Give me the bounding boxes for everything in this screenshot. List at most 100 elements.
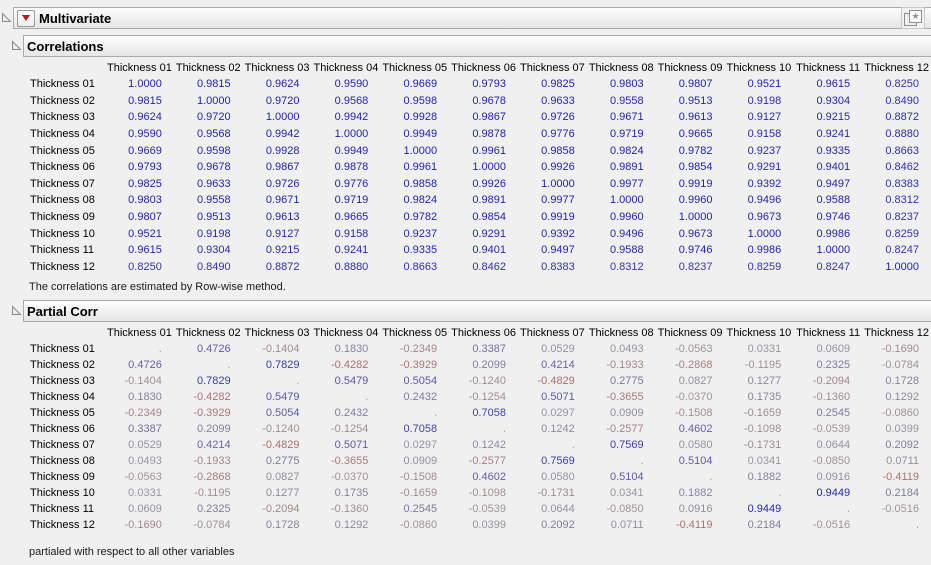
column-header: Thickness 01 [107, 326, 172, 339]
matrix-cell: 0.9127 [747, 111, 782, 124]
disclosure-triangle-icon[interactable] [0, 7, 13, 23]
matrix-cell: . [434, 407, 438, 420]
matrix-cell: 0.0493 [128, 455, 162, 468]
matrix-cell: 0.9793 [472, 78, 506, 91]
window-star-icon: ★ [909, 10, 922, 23]
matrix-cell: 0.1292 [885, 391, 919, 404]
partial-corr-disclosure-icon[interactable] [10, 300, 23, 316]
matrix-cell: -0.3929 [399, 359, 438, 372]
matrix-cell: 0.9673 [678, 227, 713, 240]
correlations-disclosure-icon[interactable] [10, 35, 23, 51]
matrix-cell: -0.1098 [743, 423, 782, 436]
matrix-cell: 0.9558 [609, 94, 644, 107]
matrix-cell: -0.1659 [399, 487, 438, 500]
column-header: Thickness 05 [382, 326, 448, 339]
matrix-cell: 0.9678 [197, 161, 231, 174]
matrix-cell: 0.8663 [403, 260, 438, 273]
matrix-cell: 0.9291 [472, 227, 506, 240]
matrix-cell: -0.2094 [812, 375, 851, 388]
matrix-cell: 0.5104 [678, 455, 713, 468]
matrix-cell: 0.9720 [265, 94, 300, 107]
matrix-cell: -0.1360 [812, 391, 851, 404]
matrix-cell: 1.0000 [128, 78, 162, 91]
matrix-cell: -0.2577 [468, 455, 506, 468]
matrix-cell: 0.9669 [403, 78, 438, 91]
matrix-cell: 0.9782 [403, 211, 438, 224]
matrix-cell: 0.3387 [472, 343, 506, 356]
matrix-cell: -0.1731 [743, 439, 782, 452]
matrix-cell: 0.9198 [197, 227, 231, 240]
matrix-cell: 0.0331 [128, 487, 162, 500]
window-star-button[interactable]: ★ [901, 7, 925, 29]
matrix-cell: 0.9776 [334, 177, 369, 190]
column-header: Thickness 03 [244, 61, 310, 74]
matrix-cell: 1.0000 [678, 211, 713, 224]
row-label: Thickness 05 [30, 407, 95, 420]
matrix-cell: 0.1728 [265, 519, 300, 532]
matrix-cell: . [640, 455, 644, 468]
matrix-cell: 0.9568 [334, 94, 369, 107]
partial-corr-table: Thickness 01 Thickness 02 Thickness 03 Thic… [0, 324, 931, 533]
matrix-cell: -0.2349 [399, 343, 438, 356]
matrix-cell: 0.9335 [816, 144, 851, 157]
matrix-cell: 0.0609 [816, 343, 851, 356]
matrix-row: Thickness 04 0.9590 0.9568 0.9942 1.0000 0.99… [0, 126, 931, 143]
matrix-cell: -0.1933 [606, 359, 644, 372]
matrix-cell: 0.9568 [197, 128, 231, 141]
matrix-cell: 0.9891 [472, 194, 506, 207]
matrix-cell: 0.4602 [678, 423, 713, 436]
column-header: Thickness 09 [657, 326, 723, 339]
row-label: Thickness 11 [30, 503, 94, 516]
matrix-cell: 0.0297 [541, 407, 575, 420]
matrix-cell: -0.2868 [193, 471, 231, 484]
matrix-cell: -0.0370 [675, 391, 713, 404]
matrix-cell: 0.0297 [403, 439, 438, 452]
matrix-cell: 0.1882 [678, 487, 713, 500]
matrix-cell: -0.1659 [743, 407, 782, 420]
matrix-cell: -0.0784 [193, 519, 231, 532]
matrix-cell: 0.9878 [334, 161, 369, 174]
matrix-cell: 0.9215 [816, 111, 851, 124]
matrix-cell: 0.8383 [885, 177, 919, 190]
matrix-cell: 0.9867 [265, 161, 300, 174]
matrix-cell: 0.2432 [334, 407, 369, 420]
matrix-cell: 0.9867 [472, 111, 506, 124]
matrix-cell: 0.9671 [609, 111, 644, 124]
matrix-row: Thickness 06 0.3387 0.2099 -0.1240 -0.1254 0.… [0, 421, 931, 437]
matrix-cell: 0.0529 [128, 439, 162, 452]
matrix-cell: 0.0493 [609, 343, 644, 356]
row-label: Thickness 09 [30, 211, 95, 224]
matrix-cell: -0.1731 [537, 487, 575, 500]
red-triangle-menu-button[interactable] [17, 9, 35, 27]
matrix-cell: 0.9237 [403, 227, 438, 240]
matrix-cell: 0.9926 [541, 161, 575, 174]
matrix-cell: 0.9719 [334, 194, 369, 207]
row-label: Thickness 06 [30, 423, 95, 436]
matrix-cell: . [227, 359, 231, 372]
matrix-cell: 0.9942 [265, 128, 300, 141]
row-label: Thickness 12 [30, 519, 95, 532]
matrix-cell: 0.9590 [334, 78, 369, 91]
matrix-cell: 0.2325 [197, 503, 231, 516]
matrix-cell: 0.9158 [334, 227, 369, 240]
matrix-cell: 0.9824 [609, 144, 644, 157]
matrix-cell: 0.8872 [265, 260, 300, 273]
matrix-cell: 0.8237 [885, 211, 919, 224]
matrix-cell: 0.9401 [816, 161, 851, 174]
matrix-cell: 0.2545 [816, 407, 851, 420]
matrix-cell: -0.0563 [124, 471, 162, 484]
column-header: Thickness 03 [244, 326, 310, 339]
matrix-cell: 0.9825 [128, 177, 162, 190]
matrix-row: Thickness 03 0.9624 0.9720 1.0000 0.9942 0.99… [0, 109, 931, 126]
matrix-cell: 1.0000 [885, 260, 919, 273]
matrix-cell: 0.7829 [197, 375, 231, 388]
matrix-cell: -0.4829 [262, 439, 300, 452]
matrix-cell: 0.9977 [609, 177, 644, 190]
report-title: Multivariate [39, 10, 112, 26]
matrix-cell: -0.2577 [606, 423, 644, 436]
matrix-cell: 0.5479 [265, 391, 300, 404]
partial-corr-outline: Partial Corr [10, 300, 931, 323]
matrix-cell: 0.0341 [609, 487, 644, 500]
matrix-cell: 0.9598 [197, 144, 231, 157]
matrix-cell: 0.1277 [747, 375, 782, 388]
